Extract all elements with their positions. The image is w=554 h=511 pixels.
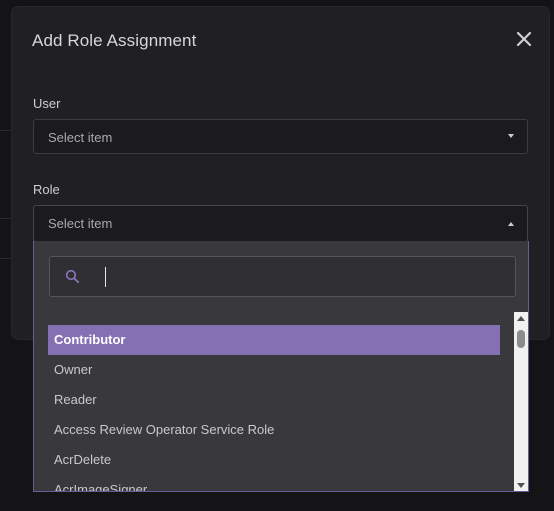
background-divider (0, 258, 12, 259)
dialog-title: Add Role Assignment (32, 31, 197, 50)
role-option-access-review-operator[interactable]: Access Review Operator Service Role (48, 415, 500, 445)
scroll-thumb[interactable] (517, 330, 525, 348)
user-select[interactable]: Select item (33, 119, 528, 154)
role-dropdown-panel: Contributor Owner Reader Access Review O… (33, 241, 529, 492)
role-option-owner[interactable]: Owner (48, 355, 500, 385)
background-divider (0, 130, 12, 131)
user-label: User (33, 96, 61, 111)
options-scrollbar[interactable] (514, 312, 528, 491)
scroll-up-icon[interactable] (517, 316, 525, 321)
role-option-acrimagesigner[interactable]: AcrImageSigner (48, 475, 500, 491)
scroll-down-icon[interactable] (517, 483, 525, 488)
role-option-acrdelete[interactable]: AcrDelete (48, 445, 500, 475)
user-select-placeholder: Select item (48, 130, 113, 145)
close-icon (516, 31, 532, 47)
role-select[interactable]: Select item (33, 205, 528, 242)
text-cursor (105, 267, 106, 287)
role-label: Role (33, 182, 60, 197)
role-search-input[interactable] (90, 265, 500, 287)
chevron-up-icon (508, 222, 514, 226)
role-option-contributor[interactable]: Contributor (48, 325, 500, 355)
role-options-list: Contributor Owner Reader Access Review O… (48, 325, 500, 491)
role-option-reader[interactable]: Reader (48, 385, 500, 415)
role-search-box[interactable] (49, 256, 516, 297)
close-button[interactable] (514, 29, 534, 49)
role-select-placeholder: Select item (48, 216, 113, 231)
chevron-down-icon (508, 134, 514, 138)
search-icon (65, 269, 80, 284)
background-divider (0, 218, 12, 219)
